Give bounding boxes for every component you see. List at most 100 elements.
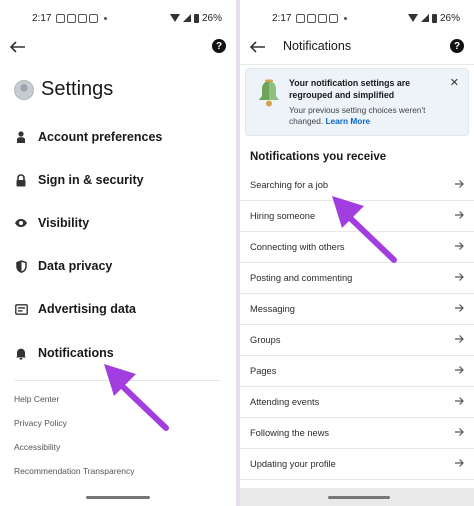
- divider: [14, 380, 220, 381]
- home-indicator[interactable]: [86, 496, 150, 499]
- home-indicator[interactable]: [328, 496, 390, 499]
- top-bar: Notifications ?: [240, 34, 474, 60]
- help-icon[interactable]: ?: [450, 39, 464, 53]
- page-title: Notifications: [283, 39, 352, 53]
- notification-category-row[interactable]: Posting and commenting: [240, 263, 474, 294]
- row-label: Pages: [250, 366, 277, 376]
- app-icon: [89, 13, 99, 23]
- settings-header: Settings: [14, 78, 113, 101]
- row-label: Hiring someone: [250, 211, 316, 221]
- annotation-arrow-icon: [104, 364, 169, 431]
- arrow-right-icon: [455, 428, 464, 436]
- row-label: Following the news: [250, 428, 330, 438]
- notification-category-row[interactable]: Following the news: [240, 418, 474, 449]
- banner-body: Your previous setting choices weren't ch…: [289, 105, 459, 127]
- row-label: Searching for a job: [250, 180, 329, 190]
- section-heading: Notifications you receive: [250, 151, 387, 163]
- menu-label: Visibility: [38, 216, 90, 230]
- privacy-policy-link[interactable]: Privacy Policy: [14, 418, 67, 428]
- menu-label: Account preferences: [38, 130, 163, 144]
- app-icon: [329, 13, 339, 23]
- menu-label: Sign in & security: [38, 173, 144, 187]
- back-arrow-icon[interactable]: [10, 36, 26, 58]
- more-dot-icon: [104, 16, 108, 20]
- status-time: 2:17: [32, 12, 52, 24]
- avatar[interactable]: [14, 79, 34, 100]
- page-title: Settings: [41, 78, 114, 100]
- notification-icons: [56, 13, 108, 23]
- status-bar: 2:17 26%: [0, 0, 236, 36]
- accessibility-link[interactable]: Accessibility: [14, 442, 60, 452]
- notification-category-row[interactable]: Groups: [240, 325, 474, 356]
- learn-more-link[interactable]: Learn More: [325, 116, 370, 126]
- arrow-right-icon: [455, 180, 464, 188]
- row-label: Attending events: [250, 397, 320, 407]
- app-icon: [318, 13, 328, 23]
- menu-item-notifications[interactable]: Notifications: [14, 340, 224, 366]
- arrow-right-icon: [455, 242, 464, 250]
- bell-icon: [14, 346, 28, 360]
- app-icon: [67, 13, 77, 23]
- wifi-icon: [407, 14, 418, 22]
- arrow-right-icon: [455, 273, 464, 281]
- more-dot-icon: [344, 16, 348, 20]
- notification-category-row[interactable]: Pages: [240, 356, 474, 387]
- top-bar: ?: [0, 34, 236, 60]
- arrow-right-icon: [455, 335, 464, 343]
- status-bar: 2:17 26%: [240, 0, 474, 36]
- row-label: Updating your profile: [250, 459, 336, 469]
- banner-title: Your notification settings are regrouped…: [289, 78, 411, 100]
- recommendation-transparency-link[interactable]: Recommendation Transparency: [14, 466, 134, 476]
- notification-category-row[interactable]: Connecting with others: [240, 232, 474, 263]
- shield-icon: [14, 259, 28, 273]
- arrow-right-icon: [455, 304, 464, 312]
- app-icon: [78, 13, 88, 23]
- notifications-screen: 2:17 26% Notifications ? Your notificati…: [240, 0, 474, 506]
- help-icon[interactable]: ?: [212, 39, 226, 53]
- row-label: Connecting with others: [250, 242, 345, 252]
- battery-level: 26%: [201, 12, 222, 24]
- status-indicators: 26%: [169, 12, 222, 24]
- help-center-link[interactable]: Help Center: [14, 394, 59, 404]
- row-label: Messaging: [250, 304, 295, 314]
- menu-item-advertising-data[interactable]: Advertising data: [14, 296, 224, 322]
- app-icon: [307, 13, 317, 23]
- menu-label: Data privacy: [38, 259, 113, 273]
- menu-label: Advertising data: [38, 302, 136, 316]
- notification-icons: [296, 13, 348, 23]
- notification-category-row[interactable]: Hiring someone: [240, 201, 474, 232]
- ad-icon: [14, 302, 28, 316]
- eye-icon: [14, 216, 28, 230]
- info-banner: Your notification settings are regrouped…: [245, 68, 469, 136]
- app-icon: [56, 13, 66, 23]
- menu-item-data-privacy[interactable]: Data privacy: [14, 253, 224, 279]
- arrow-right-icon: [455, 459, 464, 467]
- arrow-right-icon: [455, 211, 464, 219]
- back-arrow-icon[interactable]: [250, 36, 266, 58]
- menu-item-account-preferences[interactable]: Account preferences: [14, 124, 224, 150]
- row-label: Posting and commenting: [250, 273, 353, 283]
- menu-label: Notifications: [38, 346, 114, 360]
- notification-category-row[interactable]: Updating your profile: [240, 449, 474, 480]
- signal-icon: [182, 14, 191, 22]
- status-indicators: 26%: [407, 12, 460, 24]
- menu-item-sign-in-security[interactable]: Sign in & security: [14, 167, 224, 193]
- arrow-right-icon: [455, 397, 464, 405]
- status-time: 2:17: [272, 12, 292, 24]
- battery-level: 26%: [439, 12, 460, 24]
- app-icon: [296, 13, 306, 23]
- header-divider: [240, 64, 474, 65]
- arrow-right-icon: [455, 366, 464, 374]
- person-icon: [14, 130, 28, 144]
- menu-item-visibility[interactable]: Visibility: [14, 210, 224, 236]
- signal-icon: [420, 14, 429, 22]
- close-icon[interactable]: ✕: [450, 76, 459, 89]
- battery-icon: [193, 13, 199, 23]
- notification-category-row[interactable]: Attending events: [240, 387, 474, 418]
- wifi-icon: [169, 14, 180, 22]
- row-label: Groups: [250, 335, 281, 345]
- notification-category-row[interactable]: Searching for a job: [240, 170, 474, 201]
- lock-icon: [14, 173, 28, 187]
- battery-icon: [431, 13, 437, 23]
- notification-category-row[interactable]: Messaging: [240, 294, 474, 325]
